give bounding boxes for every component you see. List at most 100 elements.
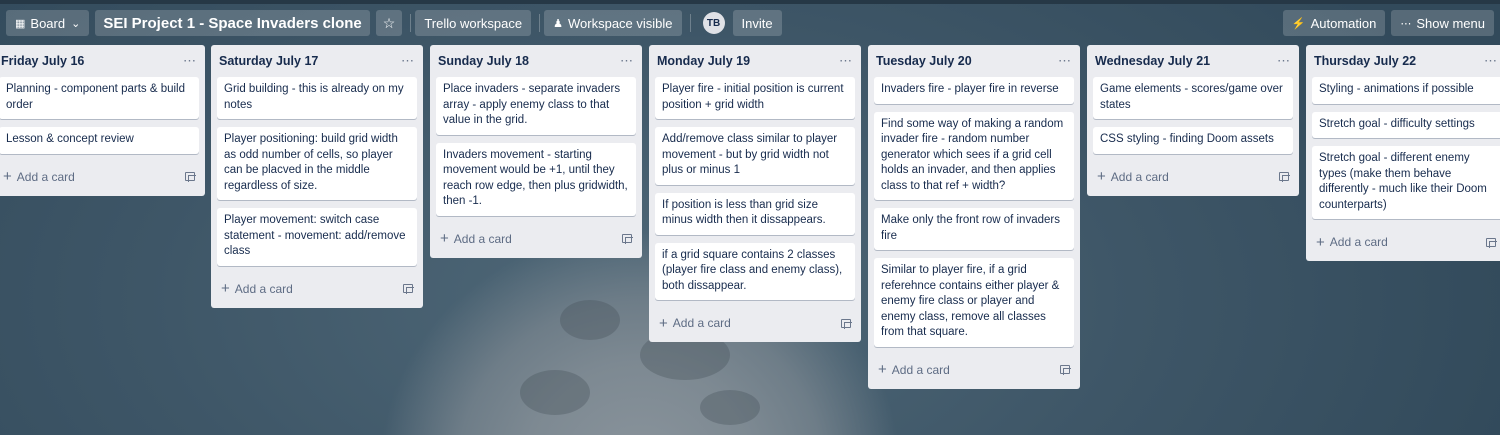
card[interactable]: Invaders fire - player fire in reverse bbox=[874, 77, 1074, 104]
add-card-button[interactable]: + Add a card bbox=[436, 224, 636, 254]
board-header: ▦ Board ⌄ SEI Project 1 - Space Invaders… bbox=[0, 4, 1500, 42]
header-divider bbox=[539, 14, 541, 32]
list-header: Saturday July 17 ⋯ bbox=[217, 45, 417, 77]
star-button[interactable]: ☆ bbox=[375, 10, 403, 36]
card[interactable]: Similar to player fire, if a grid refere… bbox=[874, 258, 1074, 347]
list-menu-icon[interactable]: ⋯ bbox=[620, 53, 634, 69]
list-title[interactable]: Tuesday July 20 bbox=[876, 54, 972, 68]
list-menu-icon[interactable]: ⋯ bbox=[839, 53, 853, 69]
list-header: Monday July 19 ⋯ bbox=[655, 45, 855, 77]
add-card-button[interactable]: + Add a card bbox=[0, 162, 199, 192]
add-card-button[interactable]: + Add a card bbox=[1093, 162, 1293, 192]
card[interactable]: Stretch goal - different enemy types (ma… bbox=[1312, 146, 1500, 219]
board-view-label: Board bbox=[30, 15, 66, 31]
moon-crater bbox=[700, 390, 760, 425]
list-thursday: Thursday July 22 ⋯ Styling - animations … bbox=[1306, 45, 1500, 261]
card[interactable]: if a grid square contains 2 classes (pla… bbox=[655, 242, 855, 300]
list-monday: Monday July 19 ⋯ Player fire - initial p… bbox=[649, 45, 861, 342]
card[interactable]: Player positioning: build grid width as … bbox=[217, 127, 417, 200]
list-menu-icon[interactable]: ⋯ bbox=[1058, 53, 1072, 69]
add-card-label: Add a card bbox=[234, 281, 293, 296]
list-menu-icon[interactable]: ⋯ bbox=[183, 53, 197, 69]
list-saturday: Saturday July 17 ⋯ Grid building - this … bbox=[211, 45, 423, 308]
card[interactable]: Invaders movement - starting movement wo… bbox=[436, 142, 636, 216]
header-divider bbox=[689, 14, 691, 32]
add-card-label: Add a card bbox=[1329, 235, 1388, 249]
add-card-label: Add a card bbox=[1110, 169, 1169, 184]
card[interactable]: Add/remove class similar to player movem… bbox=[655, 127, 855, 185]
plus-icon: + bbox=[1097, 168, 1106, 185]
list-header: Friday July 16 ⋯ bbox=[0, 45, 199, 77]
card[interactable]: Player movement: switch case statement -… bbox=[217, 208, 417, 266]
list-menu-icon[interactable]: ⋯ bbox=[401, 53, 415, 69]
card[interactable]: Grid building - this is already on my no… bbox=[217, 77, 417, 119]
list-title[interactable]: Friday July 16 bbox=[1, 54, 84, 68]
card-template-icon[interactable] bbox=[1486, 237, 1497, 248]
people-icon: ♟ bbox=[553, 17, 563, 30]
list-title[interactable]: Sunday July 18 bbox=[438, 54, 529, 68]
card-template-icon[interactable] bbox=[185, 172, 196, 182]
plus-icon: + bbox=[878, 361, 887, 378]
moon-crater bbox=[560, 300, 620, 340]
add-card-button[interactable]: + Add a card bbox=[655, 308, 855, 338]
card-template-icon[interactable] bbox=[622, 234, 633, 244]
list-title[interactable]: Wednesday July 21 bbox=[1095, 54, 1210, 68]
add-card-label: Add a card bbox=[453, 231, 512, 246]
add-card-button[interactable]: + Add a card bbox=[1312, 227, 1500, 257]
add-card-button[interactable]: + Add a card bbox=[217, 274, 417, 304]
card[interactable]: Game elements - scores/game over states bbox=[1093, 77, 1293, 119]
card[interactable]: Place invaders - separate invaders array… bbox=[436, 77, 636, 135]
chevron-down-icon: ⌄ bbox=[71, 17, 81, 30]
invite-button[interactable]: Invite bbox=[732, 10, 782, 36]
card-template-icon[interactable] bbox=[403, 284, 414, 294]
card[interactable]: Styling - animations if possible bbox=[1312, 77, 1500, 104]
list-header: Tuesday July 20 ⋯ bbox=[874, 45, 1074, 77]
add-card-label: Add a card bbox=[16, 169, 75, 184]
card[interactable]: CSS styling - finding Doom assets bbox=[1093, 127, 1293, 154]
visibility-label: Workspace visible bbox=[568, 15, 673, 31]
show-menu-button[interactable]: ⋯ Show menu bbox=[1391, 10, 1494, 36]
card-template-icon[interactable] bbox=[841, 318, 852, 329]
board-view-switcher[interactable]: ▦ Board ⌄ bbox=[6, 10, 90, 36]
card[interactable]: Player fire - initial position is curren… bbox=[655, 77, 855, 119]
card-template-icon[interactable] bbox=[1279, 172, 1290, 182]
header-right: ⚡ Automation ⋯ Show menu bbox=[1282, 10, 1494, 36]
list-title[interactable]: Thursday July 22 bbox=[1314, 54, 1416, 68]
lightning-icon: ⚡ bbox=[1291, 17, 1306, 30]
board-icon: ▦ bbox=[15, 17, 26, 30]
card[interactable]: Planning - component parts & build order bbox=[0, 77, 199, 119]
card-template-icon[interactable] bbox=[1060, 365, 1071, 375]
list-menu-icon[interactable]: ⋯ bbox=[1484, 53, 1498, 69]
plus-icon: + bbox=[659, 314, 668, 332]
automation-label: Automation bbox=[1310, 15, 1377, 31]
card[interactable]: Stretch goal - difficulty settings bbox=[1312, 111, 1500, 138]
visibility-button[interactable]: ♟ Workspace visible bbox=[544, 10, 682, 36]
star-icon: ☆ bbox=[382, 14, 396, 31]
add-card-label: Add a card bbox=[672, 316, 731, 330]
card[interactable]: Make only the front row of invaders fire bbox=[874, 208, 1074, 250]
add-card-button[interactable]: + Add a card bbox=[874, 355, 1074, 385]
card[interactable]: Find some way of making a random invader… bbox=[874, 111, 1074, 200]
list-header: Sunday July 18 ⋯ bbox=[436, 45, 636, 77]
automation-button[interactable]: ⚡ Automation bbox=[1282, 10, 1386, 36]
more-icon: ⋯ bbox=[1400, 17, 1412, 30]
card[interactable]: Lesson & concept review bbox=[0, 127, 199, 154]
list-friday: Friday July 16 ⋯ Planning - component pa… bbox=[0, 45, 205, 196]
avatar[interactable]: TB bbox=[702, 12, 725, 34]
workspace-button[interactable]: Trello workspace bbox=[415, 10, 532, 36]
list-tuesday: Tuesday July 20 ⋯ Invaders fire - player… bbox=[868, 45, 1080, 389]
plus-icon: + bbox=[3, 168, 12, 185]
list-header: Wednesday July 21 ⋯ bbox=[1093, 45, 1293, 77]
list-menu-icon[interactable]: ⋯ bbox=[1277, 53, 1291, 69]
list-header: Thursday July 22 ⋯ bbox=[1312, 45, 1500, 77]
list-title[interactable]: Saturday July 17 bbox=[219, 54, 318, 68]
plus-icon: + bbox=[440, 230, 449, 247]
plus-icon: + bbox=[221, 280, 230, 297]
list-title[interactable]: Monday July 19 bbox=[657, 54, 750, 68]
moon-crater bbox=[520, 370, 590, 415]
list-sunday: Sunday July 18 ⋯ Place invaders - separa… bbox=[430, 45, 642, 258]
card[interactable]: If position is less than grid size minus… bbox=[655, 192, 855, 235]
board-title[interactable]: SEI Project 1 - Space Invaders clone bbox=[95, 10, 370, 36]
add-card-label: Add a card bbox=[891, 362, 950, 377]
plus-icon: + bbox=[1316, 233, 1325, 251]
